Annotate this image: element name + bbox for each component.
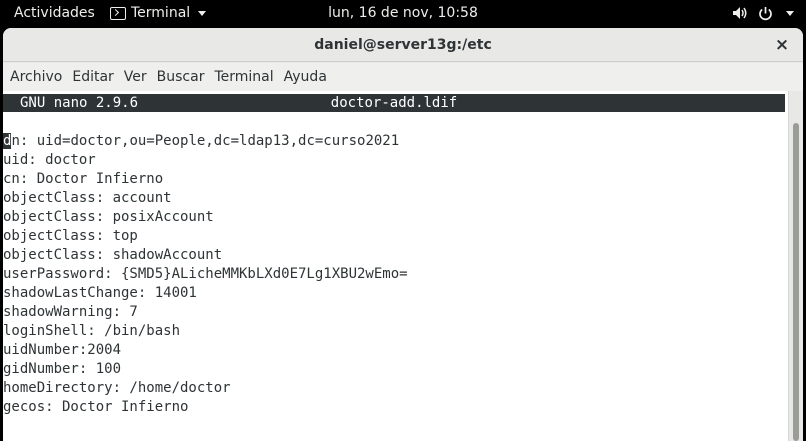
menu-bar: Archivo Editar Ver Buscar Terminal Ayuda bbox=[3, 63, 803, 91]
terminal-window: daniel@server13g:/etc × Archivo Editar V… bbox=[3, 28, 803, 441]
file-line: shadowLastChange: 14001 bbox=[3, 285, 197, 301]
close-button[interactable]: × bbox=[773, 36, 791, 54]
menu-ver[interactable]: Ver bbox=[119, 63, 152, 91]
file-line: cn: Doctor Infierno bbox=[3, 171, 164, 187]
top-bar: Actividades Terminal lun, 16 de nov, 10:… bbox=[0, 0, 806, 26]
file-line: objectClass: top bbox=[3, 228, 138, 244]
system-menu-button[interactable] bbox=[732, 0, 794, 26]
file-line-text: n: uid=doctor,ou=People,dc=ldap13,dc=cur… bbox=[11, 133, 400, 149]
file-line: objectClass: account bbox=[3, 190, 172, 206]
file-line: objectClass: posixAccount bbox=[3, 209, 214, 225]
window-title: daniel@server13g:/etc bbox=[314, 37, 492, 53]
file-content[interactable]: dn: uid=doctor,ou=People,dc=ldap13,dc=cu… bbox=[3, 132, 408, 417]
volume-icon bbox=[732, 6, 748, 20]
menu-editar[interactable]: Editar bbox=[67, 63, 118, 91]
scrollbar-thumb[interactable] bbox=[793, 123, 799, 441]
file-line: loginShell: /bin/bash bbox=[3, 323, 181, 339]
file-line: userPassword: {SMD5}ALicheMMKbLXd0E7Lg1X… bbox=[3, 266, 408, 282]
terminal-area[interactable]: GNU nano 2.9.6 doctor-add.ldif dn: uid=d… bbox=[3, 91, 788, 441]
file-line: gecos: Doctor Infierno bbox=[3, 399, 189, 415]
file-line: shadowWarning: 7 bbox=[3, 304, 138, 320]
file-line: gidNumber: 100 bbox=[3, 361, 122, 377]
caret-down-icon bbox=[786, 10, 794, 16]
power-icon bbox=[758, 6, 773, 21]
menu-terminal[interactable]: Terminal bbox=[209, 63, 278, 91]
title-bar[interactable]: daniel@server13g:/etc × bbox=[3, 28, 803, 62]
clock[interactable]: lun, 16 de nov, 10:58 bbox=[328, 5, 478, 21]
file-line: uid: doctor bbox=[3, 152, 96, 168]
app-menu-button[interactable]: Terminal bbox=[110, 0, 207, 26]
caret-down-icon bbox=[198, 10, 207, 16]
terminal-icon bbox=[110, 6, 126, 20]
app-menu-label: Terminal bbox=[131, 5, 191, 21]
activities-button[interactable]: Actividades bbox=[14, 0, 95, 26]
file-line: dn: uid=doctor,ou=People,dc=ldap13,dc=cu… bbox=[3, 132, 408, 151]
vertical-scrollbar[interactable] bbox=[788, 91, 803, 441]
menu-archivo[interactable]: Archivo bbox=[5, 63, 67, 91]
file-line: uidNumber:2004 bbox=[3, 342, 122, 358]
nano-filename: doctor-add.ldif bbox=[330, 95, 458, 111]
nano-header-bar: GNU nano 2.9.6 doctor-add.ldif bbox=[3, 94, 785, 112]
menu-ayuda[interactable]: Ayuda bbox=[279, 63, 332, 91]
file-line: homeDirectory: /home/doctor bbox=[3, 380, 231, 396]
menu-buscar[interactable]: Buscar bbox=[152, 63, 210, 91]
file-line: objectClass: shadowAccount bbox=[3, 247, 223, 263]
